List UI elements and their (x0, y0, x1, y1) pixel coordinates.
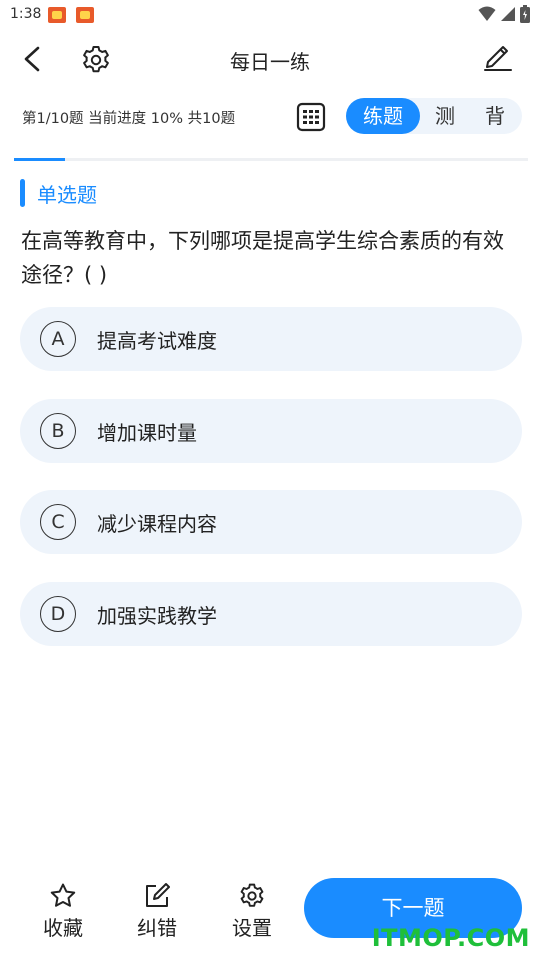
report-error-label: 纠错 (137, 916, 177, 940)
status-time: 1:38 (10, 6, 42, 22)
progress-bar (14, 158, 528, 161)
favorite-button[interactable]: 收藏 (33, 882, 93, 941)
question-type: 单选题 (20, 178, 97, 208)
tab-practice[interactable]: 练题 (346, 98, 420, 134)
page-title: 每日一练 (230, 50, 310, 74)
question-type-label: 单选题 (37, 182, 97, 207)
system-icons (478, 5, 530, 23)
report-error-button[interactable]: 纠错 (127, 882, 187, 941)
option-letter: C (40, 504, 76, 540)
star-icon (50, 883, 76, 907)
option-b[interactable]: B 增加课时量 (20, 398, 522, 463)
option-d[interactable]: D 加强实践教学 (20, 581, 522, 646)
answer-sheet-grid-icon[interactable] (296, 102, 326, 132)
progress-row: 第1/10题 当前进度 10% 共10题 练题 测 背 (0, 96, 540, 140)
notification-icon (48, 7, 66, 23)
notification-icon (76, 7, 94, 23)
option-letter: A (40, 321, 76, 357)
wifi-icon (478, 6, 496, 21)
question-text: 在高等教育中，下列哪项是提高学生综合素质的有效途径？( ) (21, 229, 504, 287)
option-text: 提高考试难度 (97, 329, 217, 353)
option-letter: B (40, 412, 76, 449)
option-text: 减少课程内容 (97, 512, 217, 536)
gear-icon (240, 883, 264, 907)
option-a[interactable]: A 提高考试难度 (20, 307, 522, 371)
tab-recite[interactable]: 背 (470, 98, 520, 134)
settings-button[interactable]: 设置 (222, 882, 282, 941)
app-bar: 每日一练 (0, 30, 540, 88)
favorite-label: 收藏 (43, 916, 83, 940)
option-c[interactable]: C 减少课程内容 (20, 490, 522, 554)
tab-test[interactable]: 测 (420, 98, 470, 134)
edit-pencil-icon[interactable] (482, 40, 514, 72)
question-type-marker (20, 179, 25, 207)
option-text: 加强实践教学 (97, 603, 217, 628)
option-text: 增加课时量 (97, 420, 197, 445)
options-list: A 提高考试难度 B 增加课时量 C 减少课程内容 D 加强实践教学 (20, 307, 522, 673)
battery-icon (520, 5, 530, 23)
status-bar: 1:38 (0, 0, 540, 30)
progress-text: 第1/10题 当前进度 10% 共10题 (22, 111, 236, 127)
signal-icon (501, 7, 515, 21)
option-letter: D (40, 595, 76, 632)
settings-label: 设置 (232, 916, 272, 940)
edit-box-icon (146, 883, 170, 907)
mode-tabs: 练题 测 背 (346, 98, 522, 134)
progress-bar-fill (14, 158, 66, 161)
watermark: ITMOP.COM (371, 924, 530, 952)
